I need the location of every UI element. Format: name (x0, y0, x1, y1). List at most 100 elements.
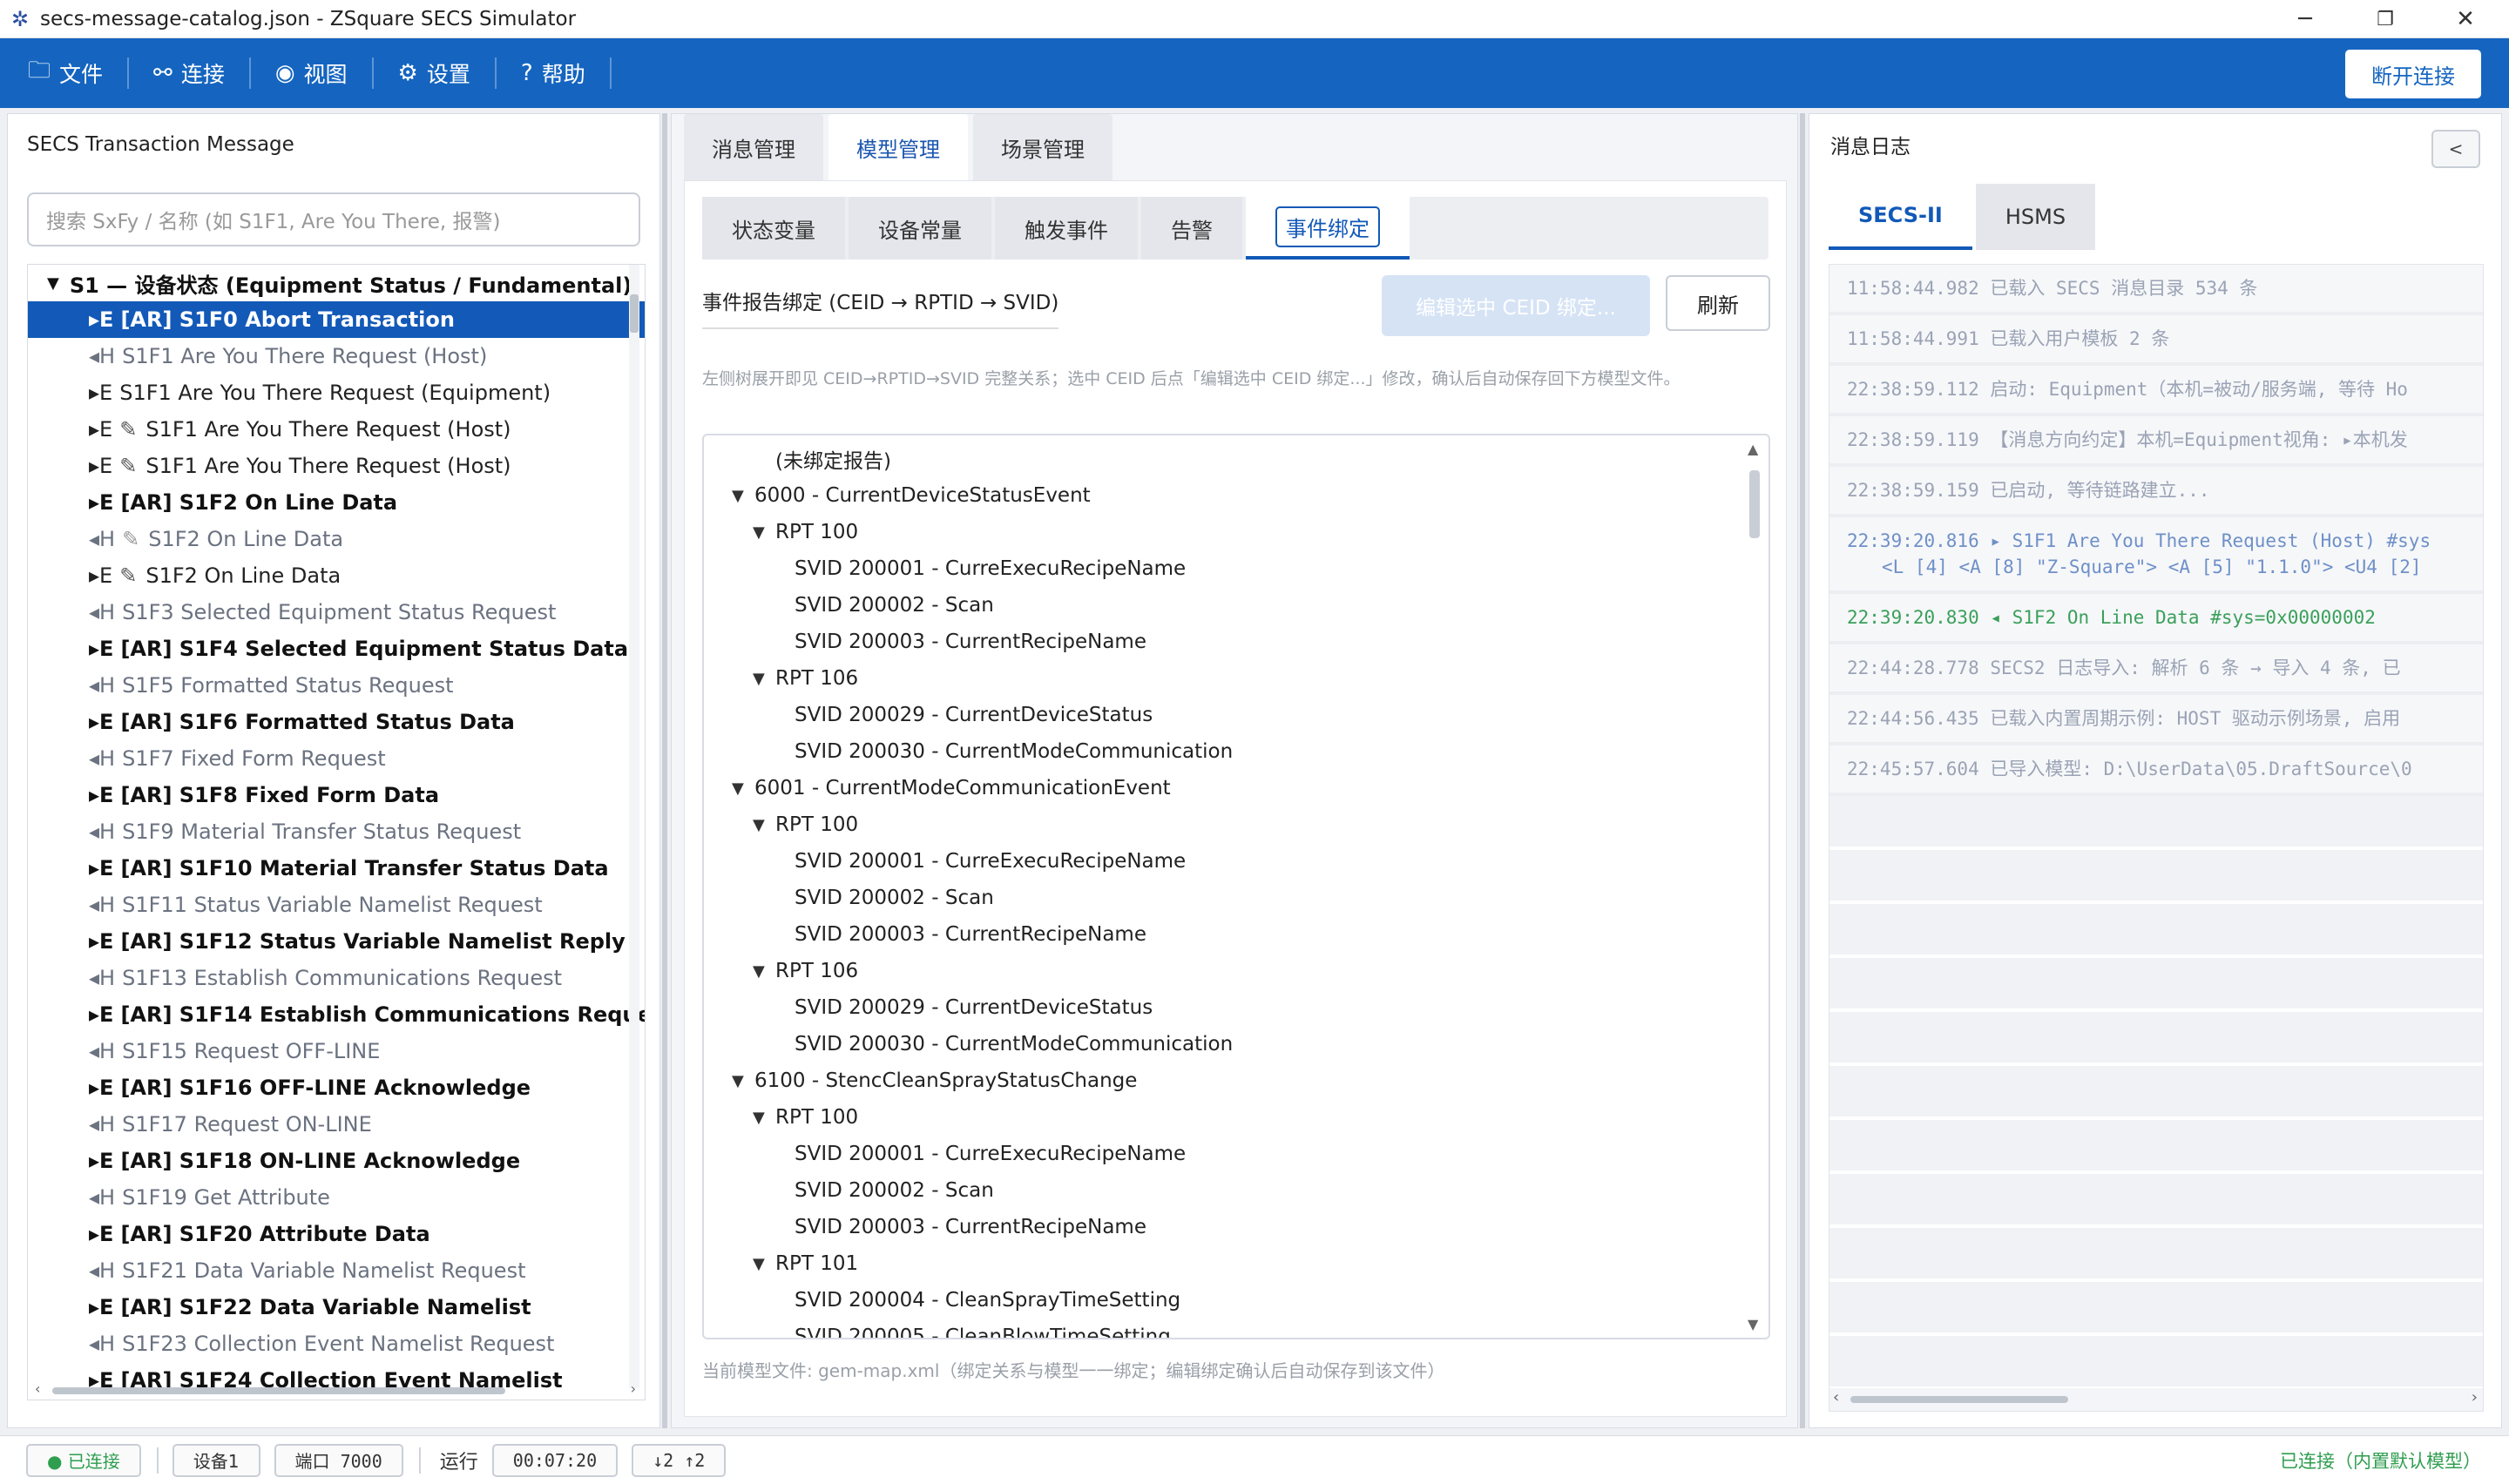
tree-message-item[interactable]: ▸E [AR] S1F20 Attribute Data (28, 1216, 645, 1252)
svid-node[interactable]: SVID 200003 - CurrentRecipeName (704, 1209, 1768, 1245)
vertical-scrollbar[interactable] (629, 265, 639, 1388)
report-node[interactable]: ▼ RPT 100 (704, 514, 1768, 550)
tab-log-1[interactable]: HSMS (1975, 184, 2096, 250)
caret-down-icon[interactable]: ▼ (753, 1109, 775, 1127)
minimize-button[interactable]: ─ (2265, 0, 2345, 38)
edit-ceid-binding-button[interactable]: 编辑选中 CEID 绑定... (1382, 275, 1650, 336)
close-button[interactable]: ✕ (2425, 0, 2506, 38)
tree-message-item[interactable]: ◂H S1F7 Fixed Form Request (28, 740, 645, 777)
ceid-node[interactable]: ▼ 6000 - CurrentDeviceStatusEvent (704, 477, 1768, 514)
tab-main-2[interactable]: 场景管理 (973, 114, 1112, 180)
search-input[interactable]: 搜索 SxFy / 名称 (如 S1F1, Are You There, 报警) (27, 192, 640, 246)
tab-main-1[interactable]: 模型管理 (828, 114, 968, 180)
unbound-node[interactable]: (未绑定报告) (704, 441, 1768, 477)
tree-message-item[interactable]: ◂H S1F13 Establish Communications Request (28, 960, 645, 996)
tree-message-item[interactable]: ▸E [AR] S1F16 OFF-LINE Acknowledge (28, 1069, 645, 1106)
tree-message-item[interactable]: ◂H S1F5 Formatted Status Request (28, 667, 645, 704)
svid-node[interactable]: SVID 200005 - CleanBlowTimeSetting (704, 1319, 1768, 1338)
tree-message-item[interactable]: ▸E [AR] S1F0 Abort Transaction (28, 301, 645, 338)
caret-down-icon[interactable]: ▼ (753, 523, 775, 542)
tree-message-item[interactable]: ◂H ✎ S1F2 On Line Data (28, 521, 645, 557)
refresh-button[interactable]: 刷新 (1666, 275, 1770, 331)
svid-node[interactable]: SVID 200030 - CurrentModeCommunication (704, 1026, 1768, 1062)
tab-sub-1[interactable]: 设备常量 (849, 197, 991, 260)
tree-message-item[interactable]: ◂H S1F19 Get Attribute (28, 1179, 645, 1216)
splitter[interactable] (1800, 113, 1805, 1428)
tree-message-item[interactable]: ▸E ✎ S1F1 Are You There Request (Host) (28, 448, 645, 484)
tree-message-item[interactable]: ▸E [AR] S1F10 Material Transfer Status Da… (28, 850, 645, 887)
caret-down-icon[interactable]: ▼ (732, 487, 754, 505)
caret-down-icon[interactable]: ▼ (47, 274, 59, 293)
caret-down-icon[interactable]: ▼ (753, 670, 775, 688)
vertical-scrollbar[interactable]: ▲ ▼ (1746, 441, 1763, 1332)
tab-main-0[interactable]: 消息管理 (684, 114, 823, 180)
caret-down-icon[interactable]: ▼ (732, 1072, 754, 1090)
ceid-node[interactable]: ▼ 6100 - StencCleanSprayStatusChange (704, 1062, 1768, 1099)
tree-message-item[interactable]: ▸E ✎ S1F2 On Line Data (28, 557, 645, 594)
scroll-left-icon[interactable]: ‹ (35, 1380, 40, 1397)
tree-message-item[interactable]: ▸E [AR] S1F2 On Line Data (28, 484, 645, 521)
menu-item-help[interactable]: ? 帮助 (497, 38, 610, 108)
horizontal-scrollbar[interactable]: ‹ › (35, 1380, 636, 1398)
caret-down-icon[interactable]: ▼ (753, 962, 775, 981)
tree-message-item[interactable]: ▸E [AR] S1F12 Status Variable Namelist Re… (28, 923, 645, 960)
svid-node[interactable]: SVID 200030 - CurrentModeCommunication (704, 733, 1768, 770)
tree-message-item[interactable]: ▸E [AR] S1F8 Fixed Form Data (28, 777, 645, 813)
scroll-thumb[interactable] (630, 294, 639, 333)
svid-node[interactable]: SVID 200003 - CurrentRecipeName (704, 916, 1768, 953)
restore-button[interactable]: ❐ (2345, 0, 2425, 38)
svid-node[interactable]: SVID 200029 - CurrentDeviceStatus (704, 697, 1768, 733)
report-node[interactable]: ▼ RPT 106 (704, 953, 1768, 989)
tree-message-item[interactable]: ▸E [AR] S1F14 Establish Communications Re… (28, 996, 645, 1033)
caret-down-icon[interactable]: ▼ (753, 1255, 775, 1273)
scroll-down-icon[interactable]: ▼ (1748, 1316, 1758, 1332)
caret-down-icon[interactable]: ▼ (753, 816, 775, 834)
scroll-thumb[interactable] (1749, 470, 1760, 538)
report-node[interactable]: ▼ RPT 101 (704, 1245, 1768, 1282)
tree-message-item[interactable]: ◂H S1F1 Are You There Request (Host) (28, 338, 645, 374)
scroll-thumb[interactable] (52, 1387, 505, 1394)
tree-message-item[interactable]: ◂H S1F17 Request ON-LINE (28, 1106, 645, 1143)
tab-sub-3[interactable]: 告警 (1141, 197, 1242, 260)
report-node[interactable]: ▼ RPT 100 (704, 1099, 1768, 1136)
tree-message-item[interactable]: ◂H S1F23 Collection Event Namelist Reques… (28, 1325, 645, 1362)
splitter[interactable] (662, 113, 667, 1428)
svid-node[interactable]: SVID 200002 - Scan (704, 587, 1768, 624)
menu-item-folder[interactable]: 🗀 文件 (3, 38, 127, 108)
tree-message-item[interactable]: ▸E [AR] S1F4 Selected Equipment Status Da… (28, 631, 645, 667)
menu-item-link[interactable]: ⚯ 连接 (129, 38, 249, 108)
tree-group-s1[interactable]: ▼ S1 — 设备状态 (Equipment Status / Fundamen… (28, 265, 645, 301)
scroll-thumb[interactable] (1850, 1396, 2068, 1403)
tab-sub-0[interactable]: 状态变量 (702, 197, 845, 260)
menu-item-gear[interactable]: ⚙ 设置 (374, 38, 495, 108)
svid-node[interactable]: SVID 200003 - CurrentRecipeName (704, 624, 1768, 660)
ceid-node[interactable]: ▼ 6001 - CurrentModeCommunicationEvent (704, 770, 1768, 806)
horizontal-scrollbar[interactable]: ‹ › (1829, 1388, 2483, 1411)
caret-down-icon[interactable]: ▼ (732, 779, 754, 798)
tree-message-item[interactable]: ▸E [AR] S1F22 Data Variable Namelist (28, 1289, 645, 1325)
disconnect-button[interactable]: 断开连接 (2345, 50, 2481, 98)
tab-sub-4[interactable]: 事件绑定 (1246, 197, 1410, 260)
tab-sub-2[interactable]: 触发事件 (995, 197, 1138, 260)
tab-log-0[interactable]: SECS-II (1829, 184, 1972, 250)
report-node[interactable]: ▼ RPT 106 (704, 660, 1768, 697)
tree-message-item[interactable]: ◂H S1F11 Status Variable Namelist Request (28, 887, 645, 923)
scroll-left-icon[interactable]: ‹ (1833, 1388, 1839, 1406)
tree-message-item[interactable]: ◂H S1F3 Selected Equipment Status Request (28, 594, 645, 631)
scroll-right-icon[interactable]: › (631, 1380, 636, 1397)
svid-node[interactable]: SVID 200029 - CurrentDeviceStatus (704, 989, 1768, 1026)
svid-node[interactable]: SVID 200002 - Scan (704, 1172, 1768, 1209)
tree-message-item[interactable]: ◂H S1F9 Material Transfer Status Request (28, 813, 645, 850)
tree-message-item[interactable]: ▸E [AR] S1F6 Formatted Status Data (28, 704, 645, 740)
report-node[interactable]: ▼ RPT 100 (704, 806, 1768, 843)
svid-node[interactable]: SVID 200002 - Scan (704, 880, 1768, 916)
scroll-right-icon[interactable]: › (2472, 1388, 2478, 1406)
tree-message-item[interactable]: ◂H S1F15 Request OFF-LINE (28, 1033, 645, 1069)
tree-message-item[interactable]: ◂H S1F21 Data Variable Namelist Request (28, 1252, 645, 1289)
svid-node[interactable]: SVID 200001 - CurreExecuRecipeName (704, 1136, 1768, 1172)
svid-node[interactable]: SVID 200001 - CurreExecuRecipeName (704, 843, 1768, 880)
svid-node[interactable]: SVID 200001 - CurreExecuRecipeName (704, 550, 1768, 587)
tree-message-item[interactable]: ▸E S1F1 Are You There Request (Equipment) (28, 374, 645, 411)
collapse-button[interactable]: < (2431, 130, 2480, 168)
tree-message-item[interactable]: ▸E ✎ S1F1 Are You There Request (Host) (28, 411, 645, 448)
